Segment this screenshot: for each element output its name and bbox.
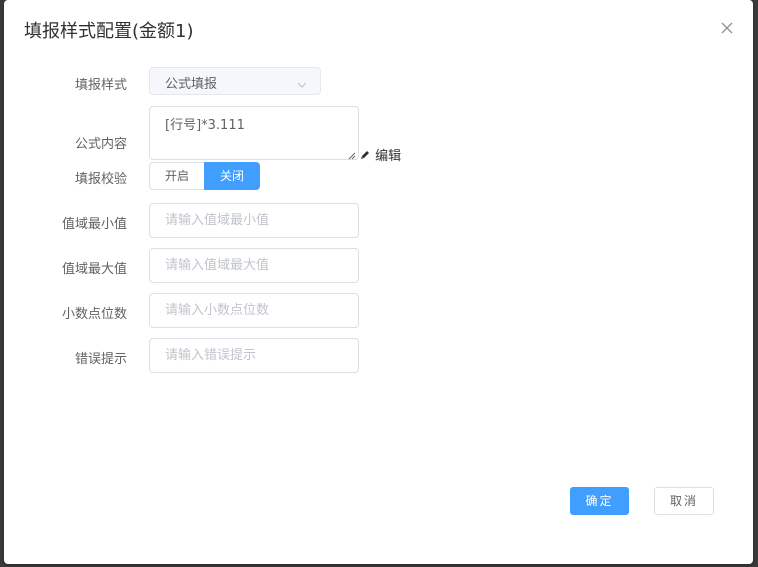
style-select-value: 公式填报 [165, 77, 218, 92]
min-value-input[interactable] [149, 203, 359, 238]
chevron-down-icon [296, 76, 308, 88]
edit-formula-link[interactable]: 编辑 [359, 145, 401, 164]
edit-label: 编辑 [375, 149, 402, 164]
formula-value: [行号]*3.111 [165, 118, 245, 133]
decimals-label: 小数点位数 [61, 307, 127, 322]
validation-off-button[interactable]: 关闭 [204, 162, 260, 190]
min-value-label: 值域最小值 [61, 217, 127, 232]
max-value-label: 值域最大值 [61, 262, 127, 277]
cancel-button[interactable]: 取消 [654, 487, 714, 515]
validation-toggle: 开启 关闭 [149, 162, 260, 190]
pencil-icon [359, 149, 375, 164]
resize-grip-icon[interactable] [348, 149, 356, 160]
confirm-button[interactable]: 确定 [570, 487, 629, 515]
close-icon[interactable] [719, 20, 735, 36]
decimals-input[interactable] [149, 293, 359, 328]
config-dialog: 填报样式配置(金额1) 填报样式 公式填报 公式内容 [行号]*3.111 编辑… [4, 0, 753, 564]
formula-textarea[interactable]: [行号]*3.111 [149, 106, 359, 160]
error-hint-input[interactable] [149, 338, 359, 373]
validation-label: 填报校验 [74, 172, 127, 187]
error-hint-label: 错误提示 [74, 352, 127, 367]
style-select[interactable]: 公式填报 [149, 67, 321, 95]
validation-on-button[interactable]: 开启 [149, 162, 204, 190]
formula-label: 公式内容 [74, 137, 127, 152]
dialog-title: 填报样式配置(金额1) [24, 21, 194, 42]
style-label: 填报样式 [74, 78, 127, 93]
max-value-input[interactable] [149, 248, 359, 283]
